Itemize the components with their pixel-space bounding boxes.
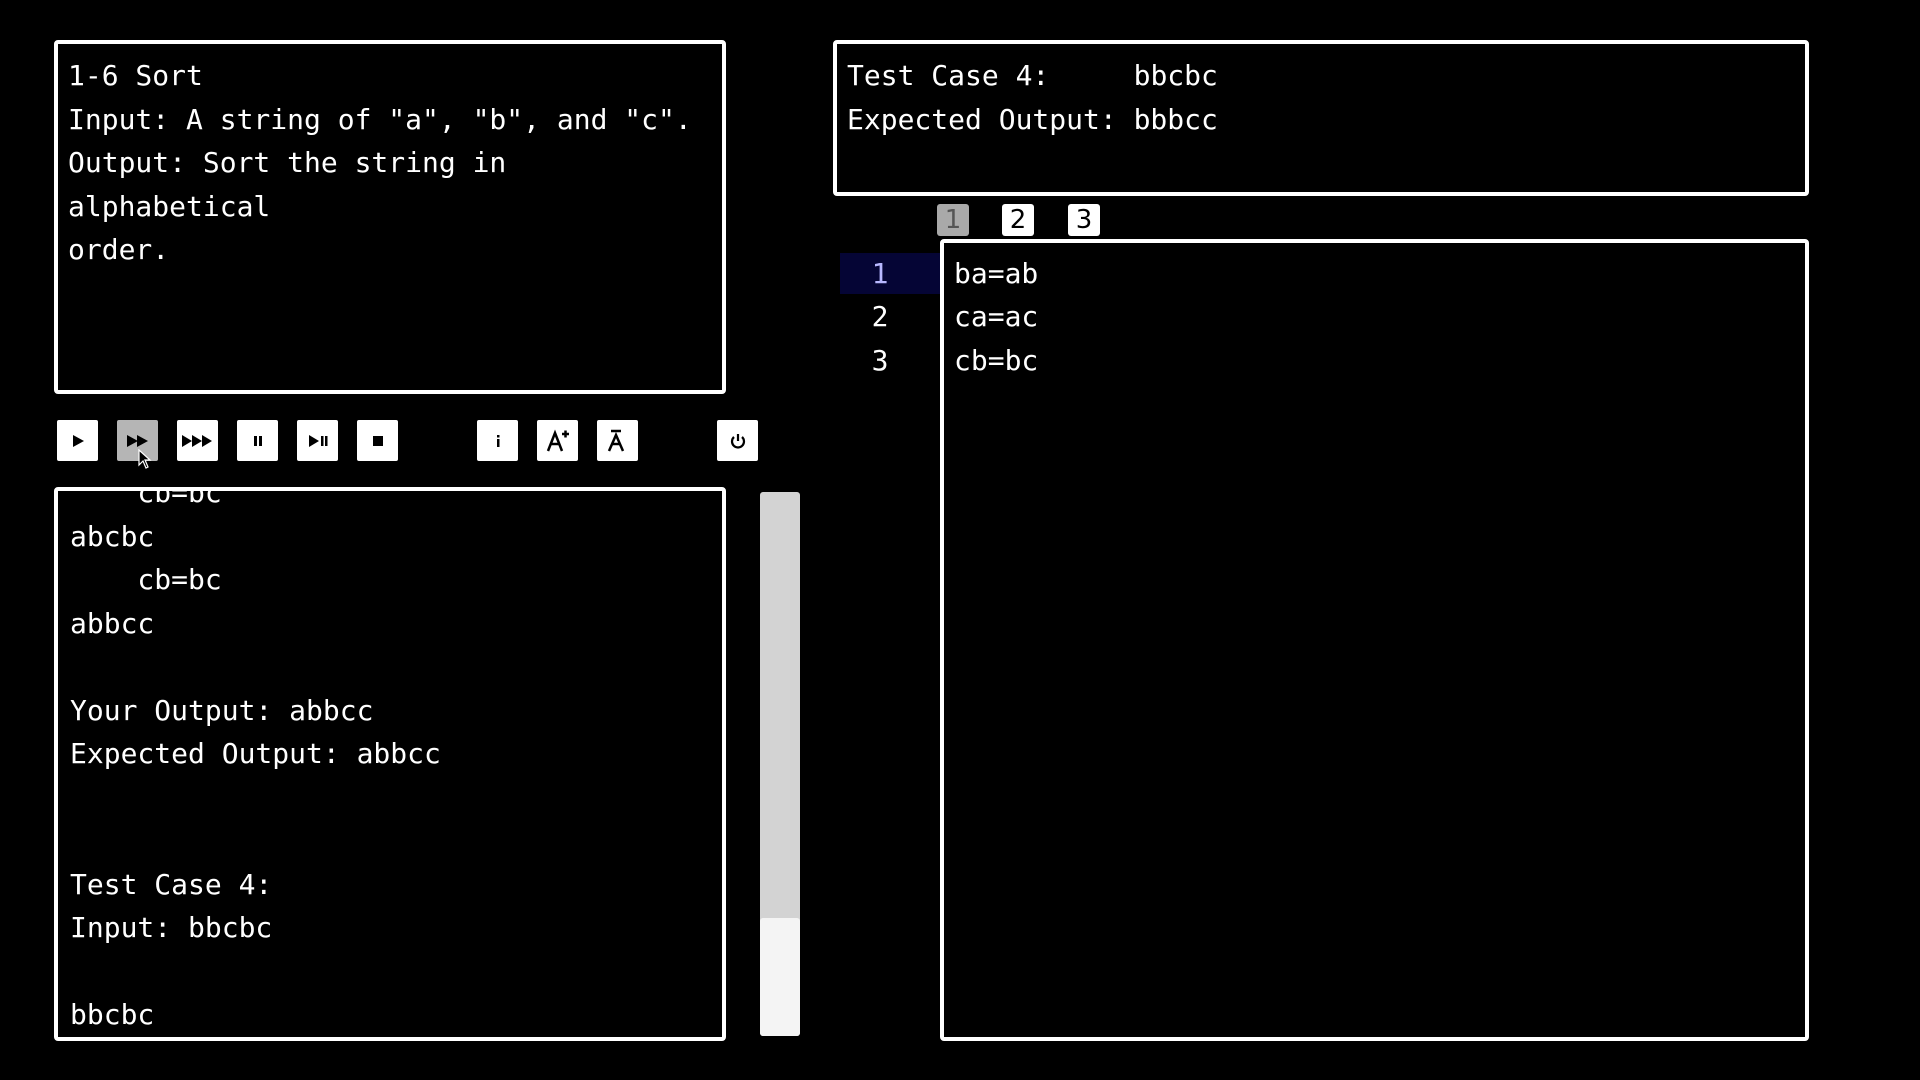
stop-icon <box>372 435 383 446</box>
problem-panel: 1-6 Sort Input: A string of "a", "b", an… <box>54 40 726 394</box>
console-line: abcbc <box>70 519 155 553</box>
tab-3[interactable]: 3 <box>1068 204 1100 236</box>
play-button[interactable] <box>57 420 98 461</box>
power-icon <box>730 433 745 448</box>
line-number: 2 <box>871 300 889 333</box>
console-output-panel: cb=bc abcbc cb=bc abbcc Your Output: abb… <box>54 487 726 1041</box>
test-case-input: bbcbc <box>1133 59 1218 92</box>
triple-play-icon <box>181 434 212 447</box>
console-line: Input: bbcbc <box>70 911 273 944</box>
step-button[interactable] <box>297 420 338 461</box>
font-increase-button[interactable] <box>537 420 578 461</box>
console-line: cb=bc <box>70 563 222 596</box>
expected-output-label: Expected Output: <box>847 102 1117 136</box>
step-icon <box>308 434 327 447</box>
tab-2[interactable]: 2 <box>1002 204 1034 236</box>
play-icon <box>72 434 84 447</box>
line-number: 3 <box>871 344 889 377</box>
info-button[interactable] <box>477 420 518 461</box>
code-line[interactable]: ba=ab <box>954 252 1038 296</box>
console-line: cb=bc <box>70 487 222 509</box>
pause-icon <box>253 435 262 446</box>
console-line: Test Case 4: <box>70 867 273 901</box>
font-decrease-button[interactable] <box>597 420 638 461</box>
pause-button[interactable] <box>237 420 278 461</box>
font-increase-icon <box>546 429 569 451</box>
mouse-cursor-icon <box>138 449 152 469</box>
problem-title: 1-6 Sort <box>68 59 203 92</box>
fastest-forward-button[interactable] <box>177 420 218 461</box>
power-button[interactable] <box>717 420 758 461</box>
stop-button[interactable] <box>357 420 398 461</box>
tab-1[interactable]: 1 <box>937 204 969 236</box>
code-line[interactable]: ca=ac <box>954 295 1038 339</box>
test-case-panel: Test Case 4: bbcbc Expected Output: bbbc… <box>833 40 1809 196</box>
console-scrollbar[interactable] <box>760 492 800 1036</box>
line-number: 1 <box>871 257 889 290</box>
problem-output-desc: Output: Sort the string in alphabetical <box>68 146 524 223</box>
fast-forward-icon <box>126 434 148 447</box>
console-line: Expected Output: abbcc <box>70 737 441 770</box>
scrollbar-thumb[interactable] <box>760 918 800 1036</box>
console-line: Your Output: abbcc <box>70 693 374 727</box>
info-icon <box>496 434 499 447</box>
problem-output-desc-cont: order. <box>68 233 170 266</box>
expected-output-value: bbbcc <box>1133 102 1218 136</box>
console-line: abbcc <box>70 606 155 640</box>
test-case-label: Test Case 4: <box>847 59 1050 92</box>
code-line[interactable]: cb=bc <box>954 339 1038 383</box>
console-line: bbcbc <box>70 998 155 1031</box>
code-editor[interactable] <box>940 239 1809 1041</box>
font-decrease-icon <box>607 429 624 452</box>
problem-input-desc: Input: A string of "a", "b", and "c". <box>68 102 692 136</box>
